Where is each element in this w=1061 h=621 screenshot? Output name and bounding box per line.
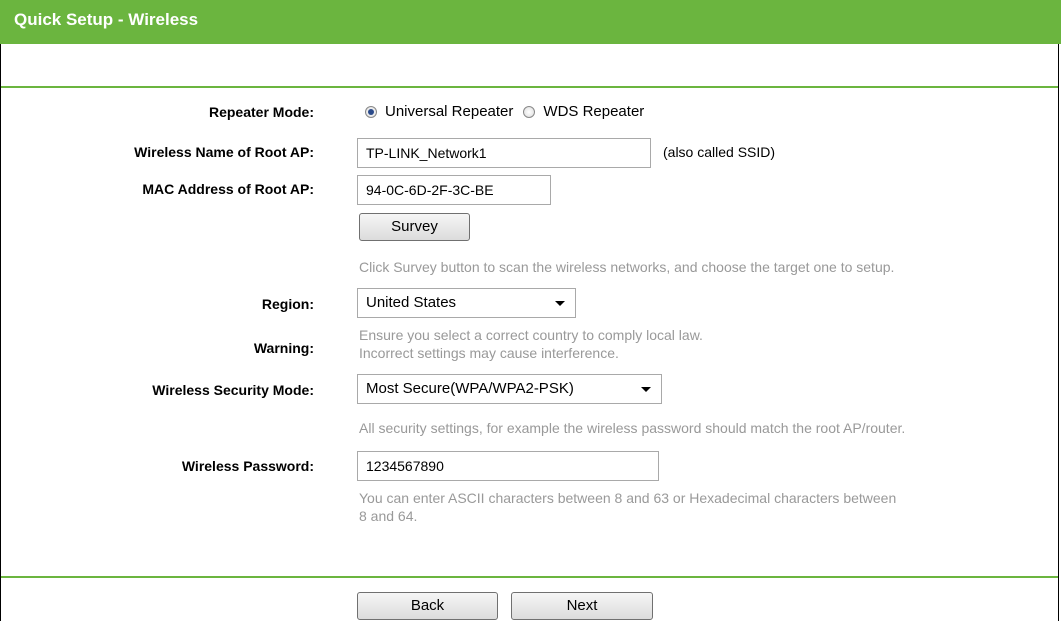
security-mode-hint: All security settings, for example the w… [359, 420, 906, 436]
region-label: Region: [261, 296, 314, 312]
wds-repeater-radio[interactable] [523, 105, 536, 118]
chevron-down-icon [641, 387, 651, 392]
password-input[interactable] [357, 451, 659, 481]
password-hint-line-2: 8 and 64. [359, 508, 418, 524]
universal-repeater-radio[interactable] [365, 105, 377, 118]
repeater-mode-label: Repeater Mode: [208, 104, 314, 120]
root-ssid-label: Wireless Name of Root AP: [134, 144, 314, 160]
title-bar: Quick Setup - Wireless [0, 0, 1061, 44]
password-hint-line-1: You can enter ASCII characters between 8… [359, 490, 897, 506]
top-divider [1, 86, 1058, 88]
warning-line-1: Ensure you select a correct country to c… [359, 327, 703, 343]
region-select[interactable]: United States [357, 288, 576, 318]
root-ssid-input[interactable] [357, 138, 651, 168]
root-mac-label: MAC Address of Root AP: [142, 181, 314, 197]
password-label: Wireless Password: [181, 458, 314, 474]
ssid-hint: (also called SSID) [663, 144, 776, 160]
universal-repeater-label[interactable]: Universal Repeater [385, 103, 513, 120]
security-mode-value: Most Secure(WPA/WPA2-PSK) [366, 380, 574, 397]
warning-line-2: Incorrect settings may cause interferenc… [359, 345, 619, 361]
bottom-divider [1, 576, 1058, 578]
survey-hint: Click Survey button to scan the wireless… [359, 259, 895, 275]
page-title: Quick Setup - Wireless [14, 10, 199, 29]
chevron-down-icon [555, 301, 565, 306]
survey-button[interactable]: Survey [359, 213, 470, 241]
warning-label: Warning: [253, 340, 314, 356]
security-mode-select[interactable]: Most Secure(WPA/WPA2-PSK) [357, 374, 662, 404]
repeater-mode-group: Universal Repeater WDS Repeater [365, 103, 644, 120]
root-mac-input[interactable] [357, 175, 551, 205]
next-button[interactable]: Next [511, 592, 653, 620]
back-button[interactable]: Back [357, 592, 498, 620]
wds-repeater-label[interactable]: WDS Repeater [543, 103, 644, 120]
region-value: United States [366, 294, 457, 311]
security-mode-label: Wireless Security Mode: [152, 382, 314, 398]
